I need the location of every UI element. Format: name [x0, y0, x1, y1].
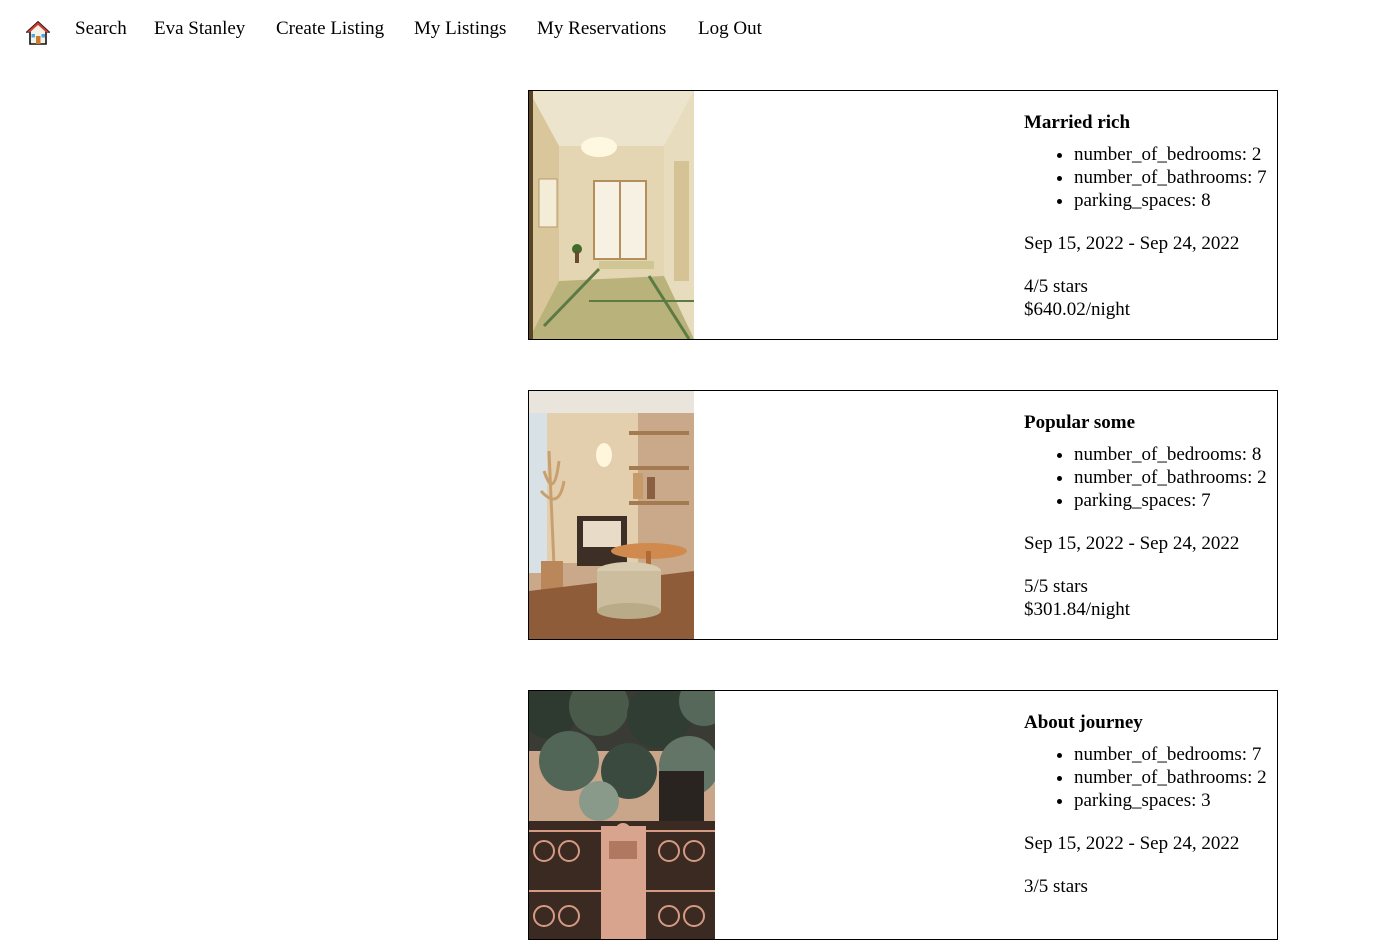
feature-item: number_of_bathrooms: 7 [1074, 166, 1277, 189]
nav-logout-link[interactable]: Log Out [698, 17, 762, 41]
listing-info: Popular some number_of_bedrooms: 8 numbe… [1024, 411, 1277, 621]
listing-card[interactable]: About journey number_of_bedrooms: 7 numb… [528, 690, 1278, 940]
listing-dates: Sep 15, 2022 - Sep 24, 2022 [1024, 833, 1240, 854]
listing-dates: Sep 15, 2022 - Sep 24, 2022 [1024, 233, 1240, 254]
listing-photo [529, 691, 715, 939]
listing-title: About journey [1024, 712, 1143, 733]
feature-item: number_of_bedrooms: 2 [1074, 143, 1277, 166]
top-nav: Search Eva Stanley Create Listing My Lis… [0, 0, 1379, 60]
feature-item: parking_spaces: 7 [1074, 489, 1277, 512]
listing-rating: 4/5 stars [1024, 276, 1088, 297]
listing-info: Married rich number_of_bedrooms: 2 numbe… [1024, 111, 1277, 321]
listing-info: About journey number_of_bedrooms: 7 numb… [1024, 711, 1277, 898]
feature-item: parking_spaces: 3 [1074, 789, 1277, 812]
listing-photo [529, 391, 694, 639]
nav-search-link[interactable]: Search [75, 17, 127, 41]
feature-item: number_of_bedrooms: 8 [1074, 443, 1277, 466]
listing-dates: Sep 15, 2022 - Sep 24, 2022 [1024, 533, 1240, 554]
feature-item: number_of_bathrooms: 2 [1074, 466, 1277, 489]
feature-list: number_of_bedrooms: 8 number_of_bathroom… [1024, 443, 1277, 512]
nav-user-link[interactable]: Eva Stanley [154, 17, 245, 41]
listing-price: $640.02/night [1024, 299, 1131, 320]
listing-card[interactable]: Popular some number_of_bedrooms: 8 numbe… [528, 390, 1278, 640]
feature-item: number_of_bedrooms: 7 [1074, 743, 1277, 766]
listing-title: Married rich [1024, 112, 1131, 133]
house-icon[interactable] [24, 20, 52, 46]
listing-card[interactable]: Married rich number_of_bedrooms: 2 numbe… [528, 90, 1278, 340]
nav-my-reservations-link[interactable]: My Reservations [537, 17, 666, 41]
feature-list: number_of_bedrooms: 7 number_of_bathroom… [1024, 743, 1277, 812]
listing-price: $301.84/night [1024, 599, 1131, 620]
feature-item: number_of_bathrooms: 2 [1074, 766, 1277, 789]
listing-title: Popular some [1024, 412, 1136, 433]
nav-my-listings-link[interactable]: My Listings [414, 17, 506, 41]
feature-list: number_of_bedrooms: 2 number_of_bathroom… [1024, 143, 1277, 212]
listing-rating: 5/5 stars [1024, 576, 1088, 597]
nav-create-listing-link[interactable]: Create Listing [276, 17, 384, 41]
feature-item: parking_spaces: 8 [1074, 189, 1277, 212]
listing-photo [529, 91, 694, 339]
